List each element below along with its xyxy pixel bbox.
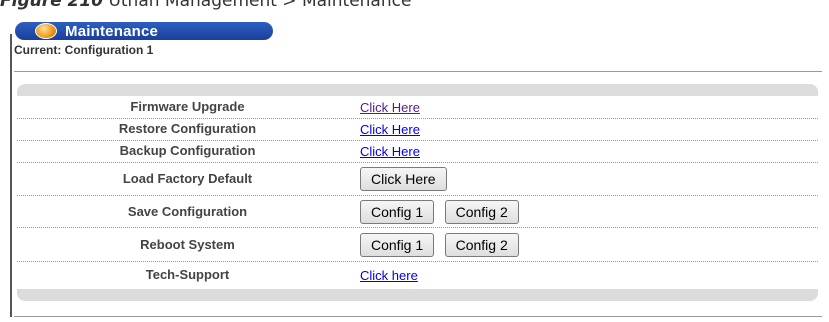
backup-configuration-label: Backup Configuration: [119, 143, 256, 158]
reboot-system-label: Reboot System: [140, 237, 235, 252]
firmware-upgrade-label: Firmware Upgrade: [130, 99, 245, 114]
save-config-1-button[interactable]: Config 1: [360, 200, 435, 224]
save-config-2-button[interactable]: Config 2: [444, 200, 519, 224]
row-restore-configuration: Restore Configuration Click Here: [17, 119, 818, 141]
title-banner: Maintenance: [15, 22, 273, 40]
divider-top: [14, 71, 822, 72]
divider-bottom: [14, 316, 822, 317]
maintenance-table: Firmware Upgrade Click Here Restore Conf…: [17, 96, 818, 289]
firmware-upgrade-link[interactable]: Click Here: [360, 100, 420, 115]
save-configuration-label: Save Configuration: [127, 204, 248, 219]
maintenance-page: Figure 210 Uthan Management > Maintenanc…: [0, 0, 829, 322]
current-configuration: Current: Configuration 1: [14, 43, 154, 57]
page-title: Maintenance: [65, 22, 159, 40]
restore-configuration-link[interactable]: Click Here: [360, 122, 420, 137]
figure-caption: Figure 210 Uthan Management > Maintenanc…: [0, 0, 411, 11]
reboot-config-1-button[interactable]: Config 1: [360, 233, 435, 257]
tech-support-label: Tech-Support: [145, 267, 230, 282]
row-tech-support: Tech-Support Click here: [17, 262, 818, 289]
load-factory-default-button[interactable]: Click Here: [360, 167, 447, 191]
row-firmware-upgrade: Firmware Upgrade Click Here: [17, 96, 818, 119]
row-load-factory-default: Load Factory Default Click Here: [17, 163, 818, 196]
figure-title: Uthan Management > Maintenance: [108, 0, 412, 11]
row-backup-configuration: Backup Configuration Click Here: [17, 141, 818, 163]
reboot-config-2-button[interactable]: Config 2: [444, 233, 519, 257]
orb-icon: [35, 23, 57, 39]
maintenance-panel: Firmware Upgrade Click Here Restore Conf…: [17, 84, 818, 301]
row-save-configuration: Save Configuration Config 1 Config 2: [17, 196, 818, 228]
backup-configuration-link[interactable]: Click Here: [360, 144, 420, 159]
tech-support-link[interactable]: Click here: [360, 268, 418, 283]
restore-configuration-label: Restore Configuration: [118, 121, 257, 136]
load-factory-default-label: Load Factory Default: [122, 171, 253, 186]
figure-number: Figure 210: [0, 0, 104, 11]
frame-left-border: [10, 34, 12, 317]
row-reboot-system: Reboot System Config 1 Config 2: [17, 228, 818, 262]
